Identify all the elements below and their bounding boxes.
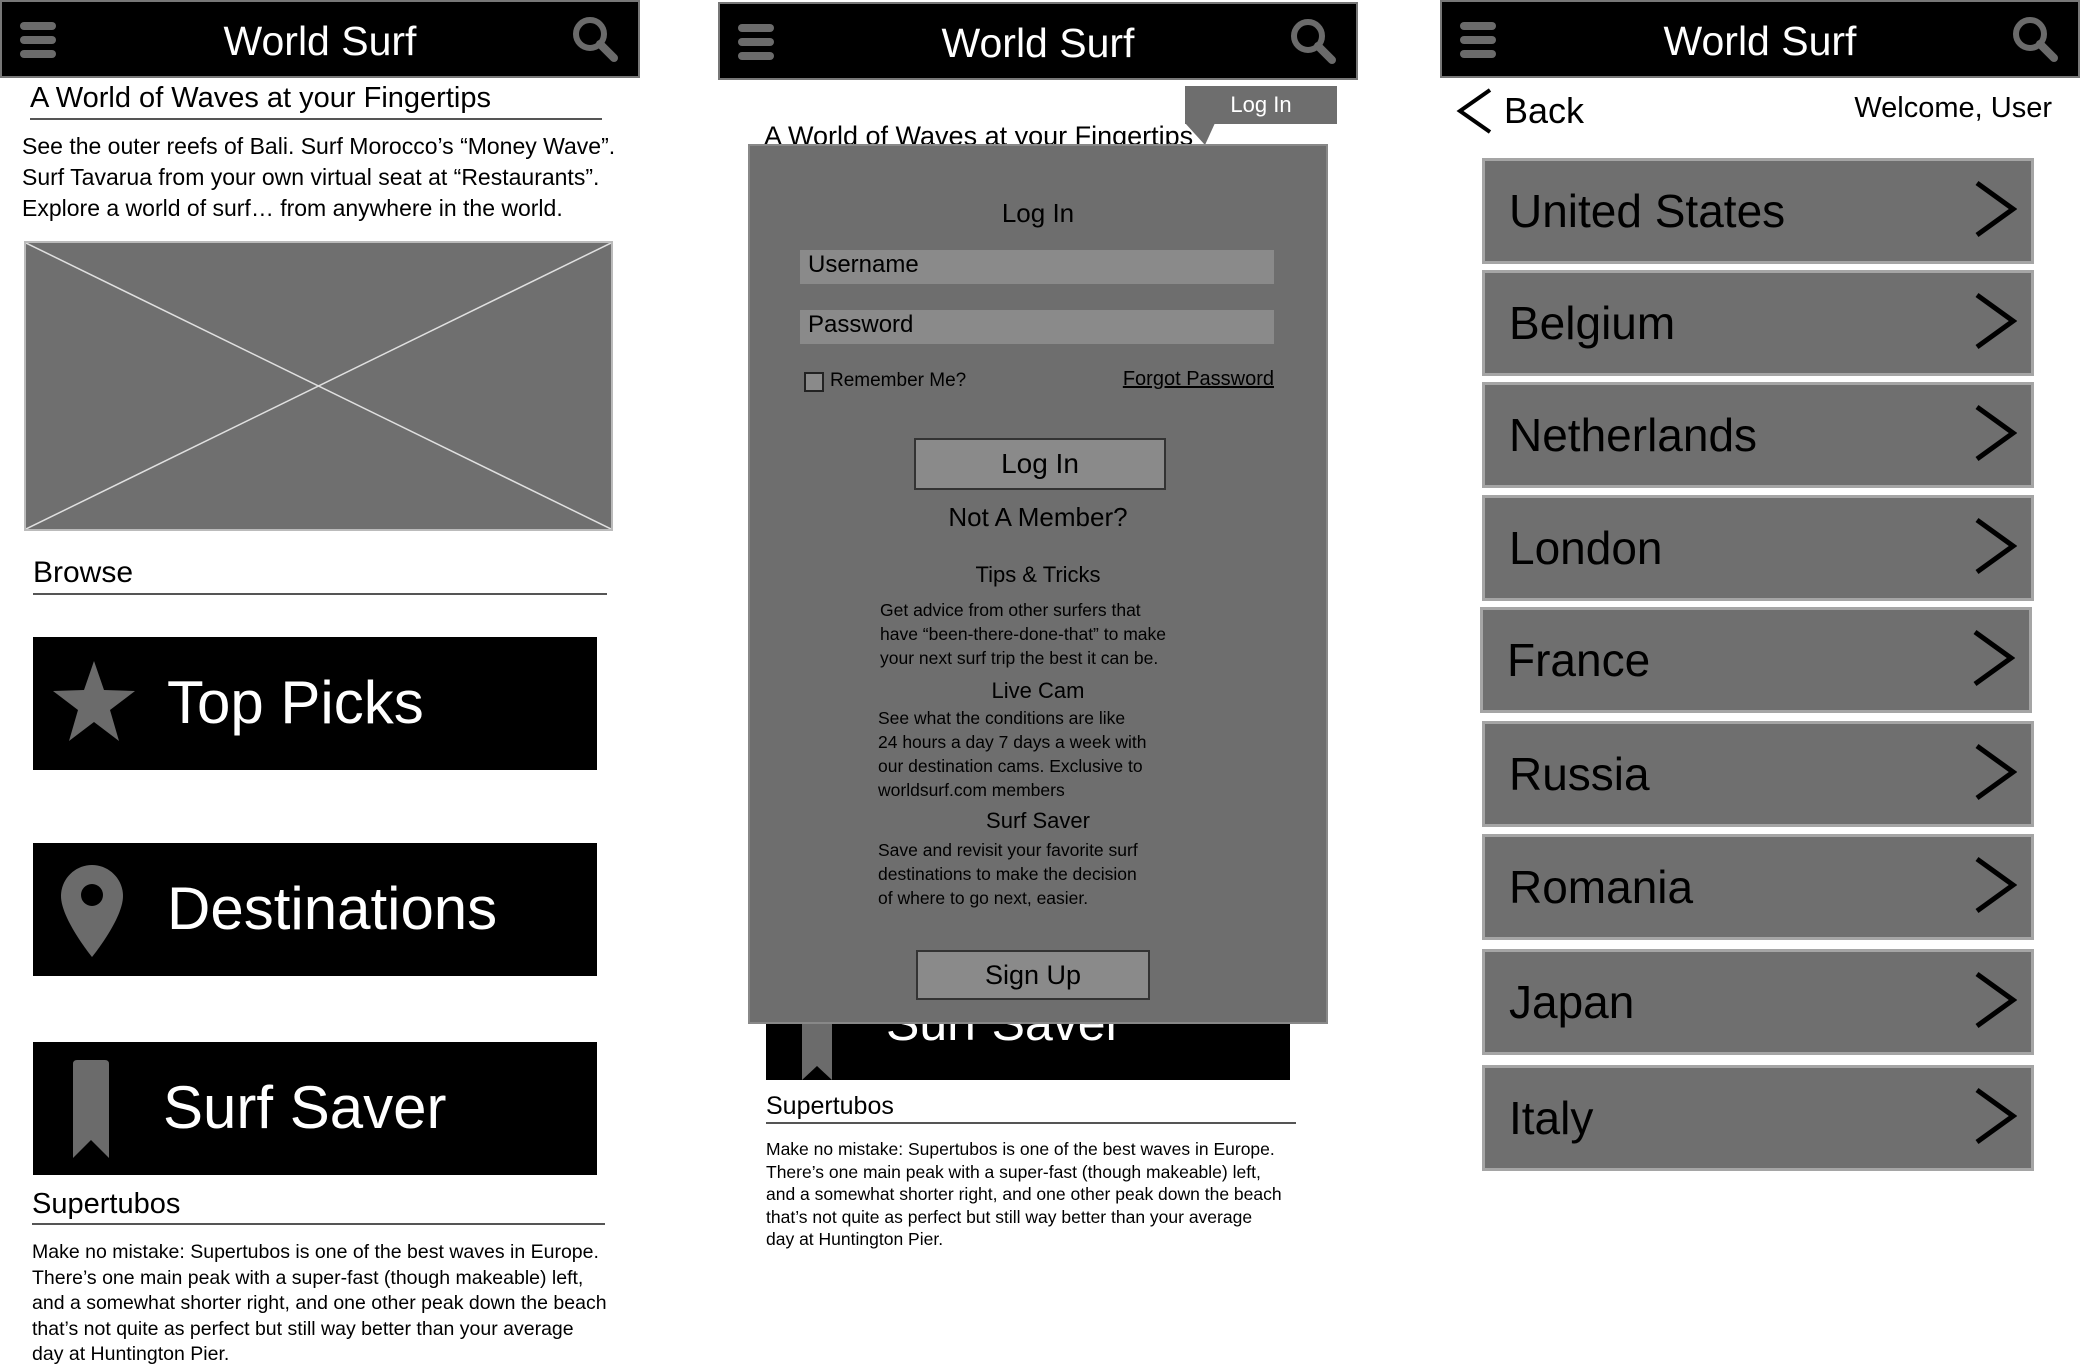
top-picks-button[interactable]: Top Picks: [33, 637, 597, 770]
feature-line: destinations to make the decision: [878, 864, 1137, 884]
country-name: France: [1507, 634, 1651, 686]
country-item[interactable]: London: [1482, 495, 2034, 601]
search-icon[interactable]: [2010, 14, 2060, 64]
signup-button[interactable]: Sign Up: [916, 950, 1150, 1000]
hero-image-placeholder: [24, 241, 613, 531]
login-modal: Log In Username Password Remember Me? Fo…: [748, 144, 1328, 1024]
location-pin-icon: [61, 865, 123, 957]
intro-text: See the outer reefs of Bali. Surf Morocc…: [22, 131, 642, 224]
search-icon[interactable]: [1288, 16, 1338, 66]
feature-line: 24 hours a day 7 days a week with: [878, 732, 1147, 752]
not-member-text: Not A Member?: [948, 502, 1128, 532]
country-item[interactable]: Italy: [1482, 1065, 2034, 1171]
surf-saver-button[interactable]: Surf Saver: [33, 1042, 597, 1175]
feature-line: your next surf trip the best it can be.: [880, 648, 1159, 668]
country-item[interactable]: Russia: [1482, 721, 2034, 827]
article-line: and a somewhat shorter right, and one ot…: [766, 1184, 1282, 1204]
feature-line: our destination cams. Exclusive to: [878, 756, 1143, 776]
article-title: Supertubos: [32, 1188, 605, 1225]
feature-line: of where to go next, easier.: [878, 888, 1089, 908]
surf-saver-label-behind: Surf Saver: [886, 1020, 1123, 1051]
surf-saver-label: Surf Saver: [163, 1074, 447, 1141]
header-home: World Surf: [0, 0, 640, 78]
browse-heading: Browse: [33, 556, 607, 595]
chevron-right-icon: [1975, 292, 2017, 350]
country-item[interactable]: Netherlands: [1482, 382, 2034, 488]
article-line: There’s one main peak with a super-fast …: [32, 1266, 584, 1289]
article-text: Make no mistake: Supertubos is one of th…: [32, 1240, 642, 1367]
article-line: day at Huntington Pier.: [766, 1229, 944, 1249]
country-name: Netherlands: [1509, 409, 1758, 461]
feature-line: have “been-there-done-that” to make: [880, 624, 1166, 644]
intro-line: Surf Tavarua from your own virtual seat …: [22, 164, 600, 190]
feature-text: Get advice from other surfers that have …: [880, 598, 1280, 670]
chevron-right-icon: [1975, 1087, 2017, 1145]
country-item[interactable]: Romania: [1482, 834, 2034, 940]
chevron-right-icon: [1975, 517, 2017, 575]
intro-line: See the outer reefs of Bali. Surf Morocc…: [22, 133, 616, 159]
login-tab[interactable]: Log In: [1185, 86, 1337, 124]
tagline: A World of Waves at your Fingertips: [30, 82, 602, 120]
modal-title: Log In: [1001, 198, 1075, 228]
header-login: World Surf: [718, 2, 1358, 80]
country-name: Russia: [1509, 748, 1650, 800]
feature-title: Tips & Tricks: [975, 562, 1101, 587]
article-title: Supertubos: [766, 1092, 1296, 1124]
remember-me-checkbox[interactable]: [804, 372, 824, 392]
article-line: There’s one main peak with a super-fast …: [766, 1161, 1261, 1182]
back-label: Back: [1504, 90, 1585, 131]
feature-line: Save and revisit your favorite surf: [878, 840, 1138, 860]
feature-text: Save and revisit your favorite surf dest…: [878, 838, 1278, 910]
destinations-label: Destinations: [167, 875, 498, 942]
chevron-right-icon: [1975, 971, 2017, 1029]
username-input[interactable]: Username: [800, 250, 1274, 284]
star-icon: [53, 661, 135, 741]
chevron-right-icon: [1975, 856, 2017, 914]
app-title: World Surf: [1663, 18, 1857, 64]
welcome-text: Welcome, User: [1854, 92, 2052, 124]
feature-title: Surf Saver: [986, 808, 1090, 833]
feature-title: Live Cam: [991, 678, 1085, 703]
chevron-right-icon: [1973, 629, 2015, 687]
password-input[interactable]: Password: [800, 310, 1274, 344]
chevron-right-icon: [1975, 180, 2017, 238]
article-line: and a somewhat shorter right, and one ot…: [32, 1292, 607, 1314]
country-name: United States: [1509, 185, 1786, 237]
feature-line: worldsurf.com members: [878, 780, 1065, 800]
bookmark-icon: [73, 1060, 109, 1158]
header-destinations: World Surf: [1440, 0, 2080, 78]
feature-line: Get advice from other surfers that: [880, 600, 1141, 620]
forgot-password-link[interactable]: Forgot Password: [1123, 368, 1274, 391]
country-name: Belgium: [1509, 297, 1676, 349]
article-line: that’s not quite as perfect but still wa…: [766, 1206, 1253, 1227]
country-name: Japan: [1509, 976, 1635, 1028]
country-item[interactable]: Belgium: [1482, 270, 2034, 376]
search-icon[interactable]: [570, 14, 620, 64]
app-title: World Surf: [223, 18, 417, 64]
bookmark-icon: [802, 1020, 832, 1080]
feature-text: See what the conditions are like 24 hour…: [878, 706, 1278, 802]
article-line: that’s not quite as perfect but still wa…: [32, 1317, 574, 1340]
chevron-right-icon: [1975, 743, 2017, 801]
remember-me-label: Remember Me?: [830, 370, 967, 391]
app-title: World Surf: [941, 20, 1135, 66]
country-name: Romania: [1509, 861, 1694, 913]
country-name: London: [1509, 522, 1663, 574]
country-item[interactable]: France: [1480, 607, 2032, 713]
feature-line: See what the conditions are like: [878, 708, 1126, 728]
article-line: Make no mistake: Supertubos is one of th…: [766, 1139, 1275, 1159]
country-name: Italy: [1509, 1092, 1594, 1144]
chevron-left-icon: [1456, 88, 1492, 134]
article-text: Make no mistake: Supertubos is one of th…: [766, 1138, 1326, 1251]
article-line: Make no mistake: Supertubos is one of th…: [32, 1241, 599, 1263]
surf-saver-button-behind[interactable]: Surf Saver: [766, 1020, 1290, 1080]
country-item[interactable]: Japan: [1482, 949, 2034, 1055]
country-item[interactable]: United States: [1482, 158, 2034, 264]
chevron-right-icon: [1975, 404, 2017, 462]
top-picks-label: Top Picks: [167, 669, 424, 736]
intro-line: Explore a world of surf… from anywhere i…: [22, 195, 563, 221]
login-button[interactable]: Log In: [914, 438, 1166, 490]
destinations-button[interactable]: Destinations: [33, 843, 597, 976]
article-line: day at Huntington Pier.: [32, 1343, 230, 1365]
